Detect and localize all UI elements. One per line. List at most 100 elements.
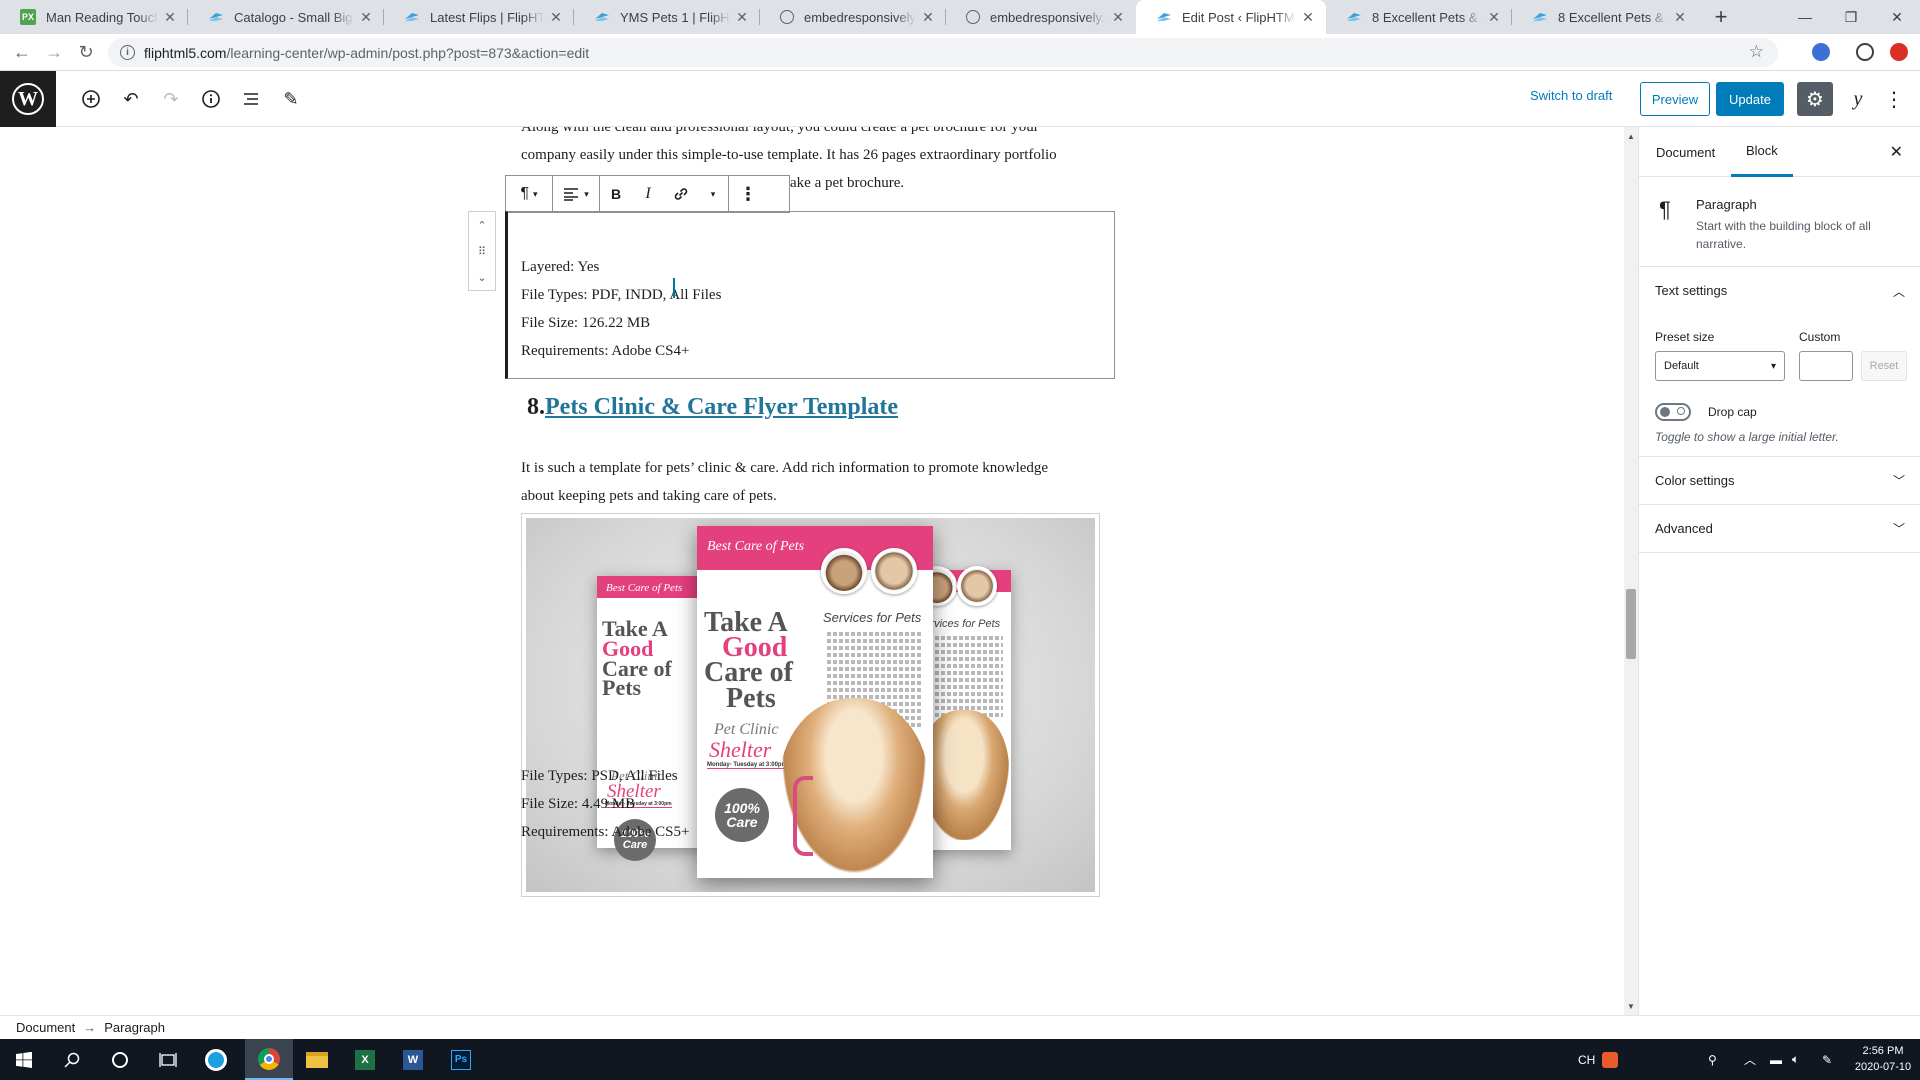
system-clock[interactable]: 2:56 PM 2020-07-10 xyxy=(1850,1043,1916,1075)
network-icon[interactable]: ▬ xyxy=(1770,1039,1782,1080)
close-icon[interactable]: ✕ xyxy=(358,9,374,26)
site-info-icon[interactable]: i xyxy=(120,45,135,60)
volume-icon[interactable]: 🔈︎ xyxy=(1792,1039,1799,1080)
browser-tab[interactable]: YMS Pets 1 | FlipHTML5 ✕ xyxy=(574,0,760,34)
paragraph-line[interactable]: File Size: 4.49 MB xyxy=(521,790,635,818)
redo-icon[interactable]: ↷ xyxy=(157,85,185,113)
advanced-toggle[interactable]: Advanced xyxy=(1655,521,1713,536)
back-arrow-icon[interactable]: ← xyxy=(8,38,36,66)
more-options-icon[interactable]: ⋮ xyxy=(1882,84,1906,114)
close-icon[interactable]: ✕ xyxy=(1300,9,1316,26)
scrollbar-thumb[interactable] xyxy=(1626,589,1636,659)
close-icon[interactable]: ✕ xyxy=(920,9,936,26)
move-up-chevron-icon[interactable]: ⌃ xyxy=(477,219,486,232)
chevron-down-icon[interactable]: ﹀ xyxy=(1893,472,1905,489)
quick-assist-app-icon[interactable] xyxy=(192,1039,240,1080)
close-icon[interactable]: ✕ xyxy=(1486,9,1502,26)
yoast-seo-icon[interactable]: y xyxy=(1843,84,1873,114)
update-button[interactable]: Update xyxy=(1716,82,1784,116)
browser-tab[interactable]: 8 Excellent Pets & Animal ✕ xyxy=(1326,0,1512,34)
block-more-options-icon[interactable]: ⋮ xyxy=(729,176,767,212)
paragraph-line[interactable]: It is such a template for pets’ clinic &… xyxy=(521,454,1048,482)
wordpress-logo-icon[interactable]: W xyxy=(0,71,56,127)
pencil-edit-icon[interactable]: ✎ xyxy=(277,85,305,113)
close-window-button[interactable]: ✕ xyxy=(1874,0,1920,34)
restore-button[interactable]: ❐ xyxy=(1828,0,1874,34)
ime-app-icon[interactable] xyxy=(1602,1039,1618,1080)
paragraph-line[interactable]: company easily under this simple-to-use … xyxy=(521,141,1057,169)
pen-workspace-icon[interactable]: ✎ xyxy=(1822,1039,1832,1080)
chevron-up-icon[interactable]: ︿ xyxy=(1744,1039,1756,1080)
breadcrumb-paragraph[interactable]: Paragraph xyxy=(104,1020,165,1035)
cortana-icon[interactable] xyxy=(96,1039,144,1080)
browser-tab[interactable]: Latest Flips | FlipHTML5 ✕ xyxy=(384,0,574,34)
section-heading[interactable]: 8.Pets Clinic & Care Flyer Template xyxy=(527,394,898,421)
windows-start-icon[interactable] xyxy=(0,1039,48,1080)
reset-button[interactable]: Reset xyxy=(1861,351,1907,381)
custom-size-input[interactable] xyxy=(1799,351,1853,381)
close-icon[interactable]: ✕ xyxy=(1110,9,1126,26)
settings-gear-icon[interactable]: ⚙ xyxy=(1797,82,1833,116)
drop-cap-toggle[interactable] xyxy=(1655,403,1691,421)
link-icon[interactable] xyxy=(664,176,698,212)
profile-avatar-icon[interactable] xyxy=(1856,43,1874,61)
file-explorer-icon[interactable] xyxy=(293,1039,341,1080)
close-icon[interactable]: ✕ xyxy=(1890,142,1903,162)
new-tab-button[interactable]: + xyxy=(1709,0,1733,34)
paragraph-line[interactable]: File Types: PSD, All Files xyxy=(521,762,678,790)
paragraph-line[interactable]: Requirements: Adobe CS5+ xyxy=(521,818,689,846)
people-icon[interactable]: ⚲ xyxy=(1708,1039,1717,1080)
more-rich-text-chevron-icon[interactable]: ▾ xyxy=(698,176,728,212)
paragraph-line[interactable]: Requirements: Adobe CS4+ xyxy=(521,337,689,365)
close-icon[interactable]: ✕ xyxy=(734,9,750,26)
info-circle-icon[interactable] xyxy=(197,85,225,113)
tab-block[interactable]: Block xyxy=(1731,127,1793,177)
add-block-icon[interactable] xyxy=(77,85,105,113)
scroll-down-arrow-icon[interactable]: ▼ xyxy=(1624,999,1638,1013)
advanced-panel[interactable]: Advanced ﹀ xyxy=(1639,505,1920,553)
extension-icon[interactable] xyxy=(1812,43,1830,61)
bold-icon[interactable]: B xyxy=(600,176,632,212)
editor-scrollbar[interactable]: ▲ ▼ xyxy=(1624,127,1638,1015)
preset-size-select[interactable]: Default ▾ xyxy=(1655,351,1785,381)
italic-icon[interactable]: I xyxy=(632,176,664,212)
browser-tab[interactable]: Catalogo - Small Big Ad ✕ xyxy=(188,0,384,34)
extension-red-icon[interactable] xyxy=(1890,43,1908,61)
address-bar[interactable]: i fliphtml5.com/learning-center/wp-admin… xyxy=(108,38,1778,67)
chevron-up-icon[interactable]: ︿ xyxy=(1893,283,1905,300)
switch-to-draft-button[interactable]: Switch to draft xyxy=(1530,88,1612,103)
paragraph-line[interactable]: about keeping pets and taking care of pe… xyxy=(521,482,777,510)
chevron-down-icon[interactable]: ﹀ xyxy=(1893,520,1905,537)
photoshop-app-icon[interactable]: Ps xyxy=(437,1039,485,1080)
browser-tab-active[interactable]: Edit Post ‹ FlipHTML5 — ✕ xyxy=(1136,0,1326,34)
move-down-chevron-icon[interactable]: ⌄ xyxy=(477,271,486,284)
close-icon[interactable]: ✕ xyxy=(548,9,564,26)
excel-app-icon[interactable]: X xyxy=(341,1039,389,1080)
forward-arrow-icon[interactable]: → xyxy=(40,38,68,66)
paragraph-line[interactable]: Layered: Yes xyxy=(521,253,599,281)
tab-document[interactable]: Document xyxy=(1656,127,1715,177)
color-settings-toggle[interactable]: Color settings xyxy=(1655,473,1734,488)
heading-link[interactable]: Pets Clinic & Care Flyer Template xyxy=(545,394,898,420)
undo-icon[interactable]: ↶ xyxy=(117,85,145,113)
paragraph-line[interactable]: Along with the clean and professional la… xyxy=(521,127,1039,141)
minimize-button[interactable]: — xyxy=(1782,0,1828,34)
breadcrumb-document[interactable]: Document xyxy=(16,1020,75,1035)
word-app-icon[interactable]: W xyxy=(389,1039,437,1080)
bookmark-star-icon[interactable]: ☆ xyxy=(1749,42,1764,62)
paragraph-line[interactable]: File Size: 126.22 MB xyxy=(521,309,650,337)
scroll-up-arrow-icon[interactable]: ▲ xyxy=(1624,129,1638,143)
reload-icon[interactable]: ↻ xyxy=(72,38,100,66)
browser-tab[interactable]: PX Man Reading Touchscreen ✕ xyxy=(0,0,188,34)
align-left-icon[interactable]: ▾ xyxy=(553,176,599,212)
text-settings-toggle[interactable]: Text settings xyxy=(1655,283,1727,298)
close-icon[interactable]: ✕ xyxy=(1672,9,1688,26)
drag-handle-icon[interactable]: ⠿ xyxy=(478,245,486,258)
browser-tab[interactable]: 8 Excellent Pets & Animal ✕ xyxy=(1512,0,1698,34)
close-icon[interactable]: ✕ xyxy=(162,9,178,26)
search-icon[interactable] xyxy=(48,1039,96,1080)
input-method-indicator[interactable]: CH xyxy=(1578,1039,1595,1080)
color-settings-panel[interactable]: Color settings ﹀ xyxy=(1639,457,1920,505)
preview-button[interactable]: Preview xyxy=(1640,82,1710,116)
chrome-app-icon[interactable] xyxy=(245,1039,293,1080)
